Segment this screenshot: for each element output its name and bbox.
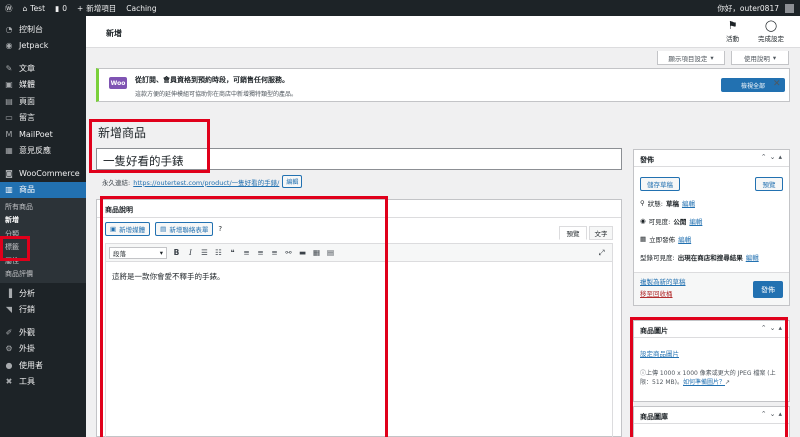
caching-menu[interactable]: Caching — [121, 0, 161, 16]
permalink-url[interactable]: https://outertest.com/product/一隻好看的手錶/ — [133, 177, 279, 187]
highlight-title — [89, 119, 210, 173]
visibility-edit-link[interactable]: 編輯 — [689, 216, 702, 226]
permalink-row: 永久連結: https://outertest.com/product/一隻好看… — [102, 175, 303, 188]
admin-bar: Ⓦ ⌂ Test ▮ 0 + 新增項目 Caching 你好，outer0817 — [0, 0, 800, 16]
archive-icon: ▥ — [5, 185, 13, 195]
admin-sidebar: ◔ 控制台 ◉ Jetpack ✎ 文章 ▣ 媒體 ▤ 頁面 ▭ 留言 M MailPoet … — [0, 16, 86, 437]
menu-comments[interactable]: ▭ 留言 — [0, 110, 86, 127]
permalink-edit-button[interactable]: 編輯 — [282, 175, 303, 188]
trash-link[interactable]: 移至回收桶 — [640, 288, 673, 298]
media-icon: ▣ — [5, 80, 13, 90]
highlight-description — [100, 196, 388, 437]
status-edit-link[interactable]: 編輯 — [682, 198, 695, 208]
tab-text[interactable]: 文字 — [589, 226, 613, 240]
flag-icon: ⚑ — [727, 19, 738, 32]
publish-time-edit-link[interactable]: 編輯 — [678, 234, 691, 244]
menu-media[interactable]: ▣ 媒體 — [0, 77, 86, 94]
site-name-link[interactable]: ⌂ Test — [18, 0, 51, 16]
home-icon: ⌂ — [22, 3, 28, 13]
caret-down-icon: ▾ — [710, 53, 714, 62]
menu-appearance[interactable]: ✐ 外觀 — [0, 324, 86, 341]
calendar-icon: ▦ — [640, 235, 647, 243]
menu-posts[interactable]: ✎ 文章 — [0, 60, 86, 77]
wrench-icon: ✖ — [5, 377, 13, 387]
woocommerce-icon: ◙ — [5, 168, 13, 178]
visibility-row: ◉ 可見度: 公開 編輯 — [640, 216, 703, 226]
fullscreen-icon[interactable]: ⤢ — [597, 248, 606, 258]
wordpress-icon: Ⓦ — [5, 3, 13, 13]
menu-marketing[interactable]: ◥ 行銷 — [0, 302, 86, 319]
menu-feedback[interactable]: ▦ 意見反應 — [0, 143, 86, 160]
menu-jetpack[interactable]: ◉ Jetpack — [0, 38, 86, 55]
box-arrows-icon[interactable]: ⌃⌄▴ — [761, 153, 785, 161]
catalog-visibility-row: 型錄可見度: 出現在商店和搜尋結果 編輯 — [640, 252, 759, 262]
tab-visual[interactable]: 預覽 — [559, 226, 587, 240]
wordpress-logo-menu[interactable]: Ⓦ — [0, 0, 18, 16]
notice-title: 從訂閱、會員資格到預約時段，可銷售任何服務。 — [135, 76, 289, 84]
header-title: 新增 — [106, 29, 122, 38]
brush-icon: ✐ — [5, 327, 13, 337]
woo-logo: Woo — [109, 77, 127, 89]
dismiss-icon[interactable]: ✕ — [773, 79, 781, 89]
dashboard-icon: ◔ — [5, 24, 13, 34]
menu-plugins[interactable]: ⚙ 外掛 — [0, 341, 86, 358]
feedback-icon: ▦ — [5, 146, 13, 156]
menu-tools[interactable]: ✖ 工具 — [0, 374, 86, 391]
preview-button[interactable]: 預覽 — [755, 177, 783, 191]
pin-icon: ✎ — [5, 63, 13, 73]
publish-button[interactable]: 發佈 — [753, 281, 783, 298]
submenu-add-new[interactable]: 新增 — [0, 214, 86, 228]
publish-footer: 複製為新的草稿 移至回收桶 發佈 — [634, 272, 789, 305]
menu-woocommerce[interactable]: ◙ WooCommerce — [0, 165, 86, 182]
comment-icon: ▭ — [5, 113, 13, 123]
megaphone-icon: ◥ — [5, 305, 13, 315]
status-row: ⚲ 狀態: 草稿 編輯 — [640, 198, 695, 208]
avatar — [785, 3, 794, 13]
comment-icon: ▮ — [55, 3, 60, 13]
catalog-edit-link[interactable]: 編輯 — [746, 252, 759, 262]
save-draft-button[interactable]: 儲存草稿 — [640, 177, 680, 191]
menu-mailpoet[interactable]: M MailPoet — [0, 126, 86, 143]
chart-icon: ▐ — [5, 288, 13, 298]
menu-users[interactable]: ● 使用者 — [0, 357, 86, 374]
menu-analytics[interactable]: ▐ 分析 — [0, 285, 86, 302]
circle-progress-icon: ◯ — [764, 19, 778, 32]
highlight-product-image — [630, 317, 788, 437]
marketplace-notice: Woo 從訂閱、會員資格到預約時段，可銷售任何服務。 這款方便的延伸模組可協助你… — [96, 68, 790, 102]
publish-box: 發佈 ⌃⌄▴ 儲存草稿 預覽 ⚲ 狀態: 草稿 編輯 ◉ 可見度: 公開 編輯 ▦ 立即發佈 編輯… — [633, 149, 790, 306]
publish-time-row: ▦ 立即發佈 編輯 — [640, 234, 692, 244]
comments-link[interactable]: ▮ 0 — [50, 0, 72, 16]
jetpack-icon: ◉ — [5, 41, 13, 51]
mailpoet-icon: M — [5, 129, 13, 139]
menu-pages[interactable]: ▤ 頁面 — [0, 93, 86, 110]
submenu-all-products[interactable]: 所有商品 — [0, 200, 86, 214]
notice-description: 這款方便的延伸模組可協助你在商店中新增獨特類型的產品。 — [135, 91, 298, 98]
menu-dashboard[interactable]: ◔ 控制台 — [0, 21, 86, 38]
highlight-add-new-menu — [0, 236, 30, 261]
copy-draft-link[interactable]: 複製為新的草稿 — [640, 276, 686, 286]
user-icon: ● — [5, 360, 13, 370]
plugin-icon: ⚙ — [5, 344, 13, 354]
new-content-menu[interactable]: + 新增項目 — [72, 0, 121, 16]
caret-down-icon: ▾ — [772, 53, 777, 62]
page-icon: ▤ — [5, 96, 13, 106]
eye-icon: ◉ — [640, 217, 646, 225]
plus-icon: + — [76, 3, 84, 13]
pin-icon: ⚲ — [640, 199, 645, 207]
publish-header: 發佈 — [640, 156, 654, 164]
my-account-menu[interactable]: 你好，outer0817 — [712, 0, 800, 16]
finish-setup-button[interactable]: ◯ 完成設定 — [758, 19, 784, 43]
help-tab[interactable]: 使用說明 ▾ — [731, 51, 789, 65]
submenu-reviews[interactable]: 商品評價 — [0, 268, 86, 282]
activity-button[interactable]: ⚑ 活動 — [726, 19, 739, 43]
woocommerce-header: 新增 ⚑ 活動 ◯ 完成設定 — [86, 16, 800, 48]
menu-products[interactable]: ▥ 商品 — [0, 181, 86, 198]
screen-options-tab[interactable]: 顯示項目設定 ▾ — [657, 51, 725, 65]
